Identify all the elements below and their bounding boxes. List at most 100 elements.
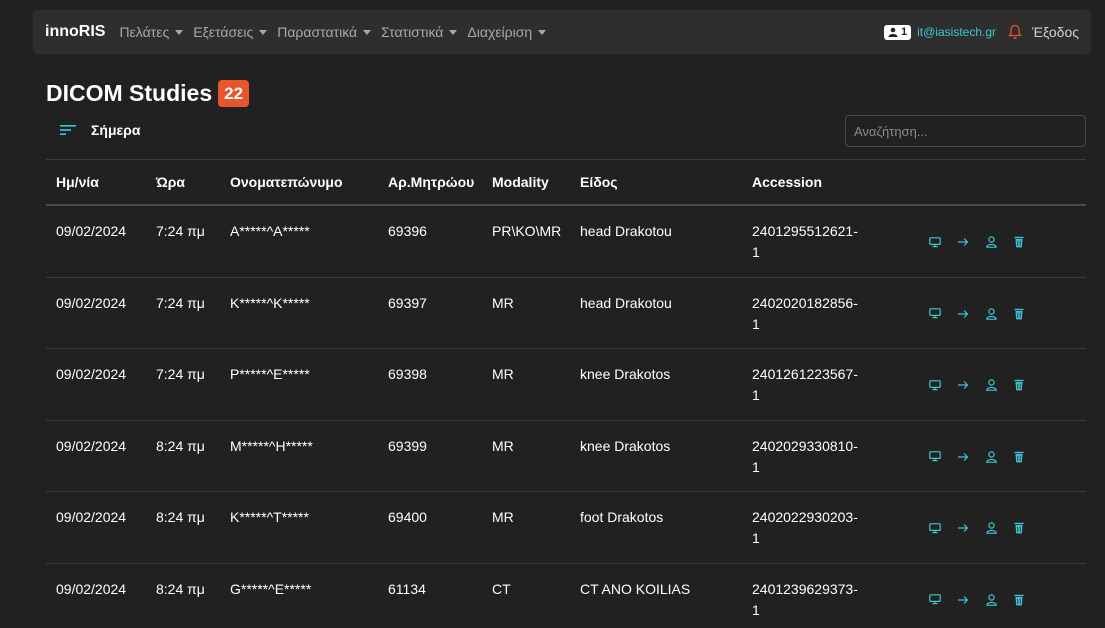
open-study-button[interactable]	[949, 306, 977, 322]
brand-logo[interactable]: innoRIS	[45, 23, 105, 41]
cell-registry-number: 69396	[388, 223, 427, 239]
monitor-icon	[929, 451, 941, 462]
user-icon	[888, 27, 898, 37]
view-images-button[interactable]	[921, 592, 949, 608]
row-actions	[921, 520, 1033, 536]
cell-modality: CT	[492, 580, 511, 597]
user-count-badge[interactable]: 1	[884, 24, 912, 40]
patient-button[interactable]	[977, 306, 1005, 322]
delete-button[interactable]	[1005, 520, 1033, 536]
cell-time: 8:24 πμ	[156, 580, 205, 597]
patient-button[interactable]	[977, 234, 1005, 250]
trash-icon	[1014, 308, 1024, 319]
cell-accession: 2402022930203- 1	[752, 509, 858, 546]
cell-accession: 2401261223567- 1	[752, 366, 858, 403]
cell-time: 8:24 πμ	[156, 437, 205, 454]
nav-item-clients[interactable]: Πελάτες	[119, 24, 184, 40]
cell-registry-number: 69397	[388, 294, 427, 311]
nav-item-statistics[interactable]: Στατιστικά	[381, 24, 458, 40]
cell-study-type: CT ANO KOILIAS	[580, 580, 691, 597]
caret-down-icon	[538, 29, 547, 35]
nav-item-exams[interactable]: Εξετάσεις	[193, 24, 268, 40]
open-study-button[interactable]	[949, 377, 977, 393]
arrow-right-icon	[958, 452, 969, 461]
row-actions	[921, 306, 1033, 322]
arrow-right-icon	[958, 381, 969, 389]
patient-button[interactable]	[977, 592, 1005, 608]
trash-icon	[1014, 522, 1024, 534]
header-registry[interactable]: Αρ.Μητρώου	[388, 174, 492, 190]
view-images-button[interactable]	[921, 234, 949, 250]
cell-registry-number: 69398	[388, 366, 427, 382]
trash-icon	[1014, 451, 1024, 462]
open-study-button[interactable]	[949, 592, 977, 608]
cell-patient-name: K*****^K*****	[230, 294, 310, 311]
user-icon	[985, 307, 997, 320]
cell-modality: MR	[492, 366, 514, 382]
cell-study-type: head Drakotou	[580, 223, 672, 239]
top-navbar: innoRIS Πελάτες Εξετάσεις Παραστατικά Στ…	[33, 10, 1091, 54]
patient-button[interactable]	[977, 449, 1005, 465]
delete-button[interactable]	[1005, 306, 1033, 322]
table-row[interactable]: 09/02/2024 8:24 πμ K*****^T***** 69400 MR foo…	[46, 492, 1086, 564]
user-icon	[985, 522, 997, 534]
header-modality[interactable]: Modality	[492, 174, 580, 190]
open-study-button[interactable]	[949, 234, 977, 250]
bell-icon[interactable]	[1008, 24, 1022, 40]
user-icon	[985, 593, 997, 606]
nav-item-invoices[interactable]: Παραστατικά	[277, 24, 372, 40]
arrow-right-icon	[958, 309, 969, 318]
cell-patient-name: P*****^E*****	[230, 366, 310, 382]
delete-button[interactable]	[1005, 234, 1033, 250]
cell-study-type: foot Drakotos	[580, 509, 664, 525]
cell-study-type: knee Drakotos	[580, 437, 671, 454]
cell-date: 09/02/2024	[56, 509, 127, 525]
cell-date: 09/02/2024	[56, 366, 127, 382]
cell-patient-name: G*****^E*****	[230, 580, 312, 597]
view-images-button[interactable]	[921, 377, 949, 393]
open-study-button[interactable]	[949, 449, 977, 465]
table-row[interactable]: 09/02/2024 8:24 πμ G*****^E***** 61134 CT CT …	[46, 564, 1086, 628]
delete-button[interactable]	[1005, 449, 1033, 465]
delete-button[interactable]	[1005, 377, 1033, 393]
view-images-button[interactable]	[921, 306, 949, 322]
open-study-button[interactable]	[949, 520, 977, 536]
search-input[interactable]	[845, 115, 1086, 147]
table-row[interactable]: 09/02/2024 7:24 πμ K*****^K***** 69397 MR hea…	[46, 278, 1086, 349]
filter-today-button[interactable]: Σήμερα	[60, 122, 140, 138]
cell-study-type: knee Drakotos	[580, 366, 671, 382]
user-email-link[interactable]: it@iasistech.gr	[917, 25, 996, 39]
view-images-button[interactable]	[921, 520, 949, 536]
trash-icon	[1014, 379, 1024, 391]
table-row[interactable]: 09/02/2024 7:24 πμ A*****^A***** 69396 PR\KO…	[46, 206, 1086, 278]
table-row[interactable]: 09/02/2024 7:24 πμ P*****^E***** 69398 MR kne…	[46, 349, 1086, 421]
caret-down-icon	[449, 29, 458, 35]
cell-accession: 2402029330810- 1	[752, 437, 858, 475]
studies-table: Ημ/νία Ώρα Ονοματεπώνυμο Αρ.Μητρώου Moda…	[46, 159, 1086, 628]
monitor-icon	[929, 236, 941, 247]
patient-button[interactable]	[977, 377, 1005, 393]
studies-count-badge: 22	[218, 80, 250, 107]
row-actions	[921, 234, 1033, 250]
delete-button[interactable]	[1005, 592, 1033, 608]
header-time[interactable]: Ώρα	[156, 174, 230, 190]
cell-time: 7:24 πμ	[156, 223, 205, 239]
header-accession[interactable]: Accession	[752, 174, 892, 190]
monitor-icon	[929, 379, 941, 390]
table-row[interactable]: 09/02/2024 8:24 πμ M*****^H***** 69399 MR kne…	[46, 421, 1086, 492]
arrow-right-icon	[958, 524, 969, 532]
user-icon	[985, 450, 997, 463]
header-type[interactable]: Είδος	[580, 174, 752, 190]
logout-link[interactable]: Έξοδος	[1032, 24, 1079, 40]
view-images-button[interactable]	[921, 449, 949, 465]
trash-icon	[1014, 236, 1024, 248]
cell-date: 09/02/2024	[56, 437, 127, 454]
patient-button[interactable]	[977, 520, 1005, 536]
row-actions	[921, 449, 1033, 465]
nav-menu: Πελάτες Εξετάσεις Παραστατικά Στατιστικά…	[119, 24, 556, 40]
header-name[interactable]: Ονοματεπώνυμο	[230, 174, 388, 190]
cell-time: 8:24 πμ	[156, 509, 205, 525]
header-date[interactable]: Ημ/νία	[46, 174, 156, 190]
cell-modality: MR	[492, 509, 514, 525]
nav-item-management[interactable]: Διαχείριση	[467, 24, 547, 40]
